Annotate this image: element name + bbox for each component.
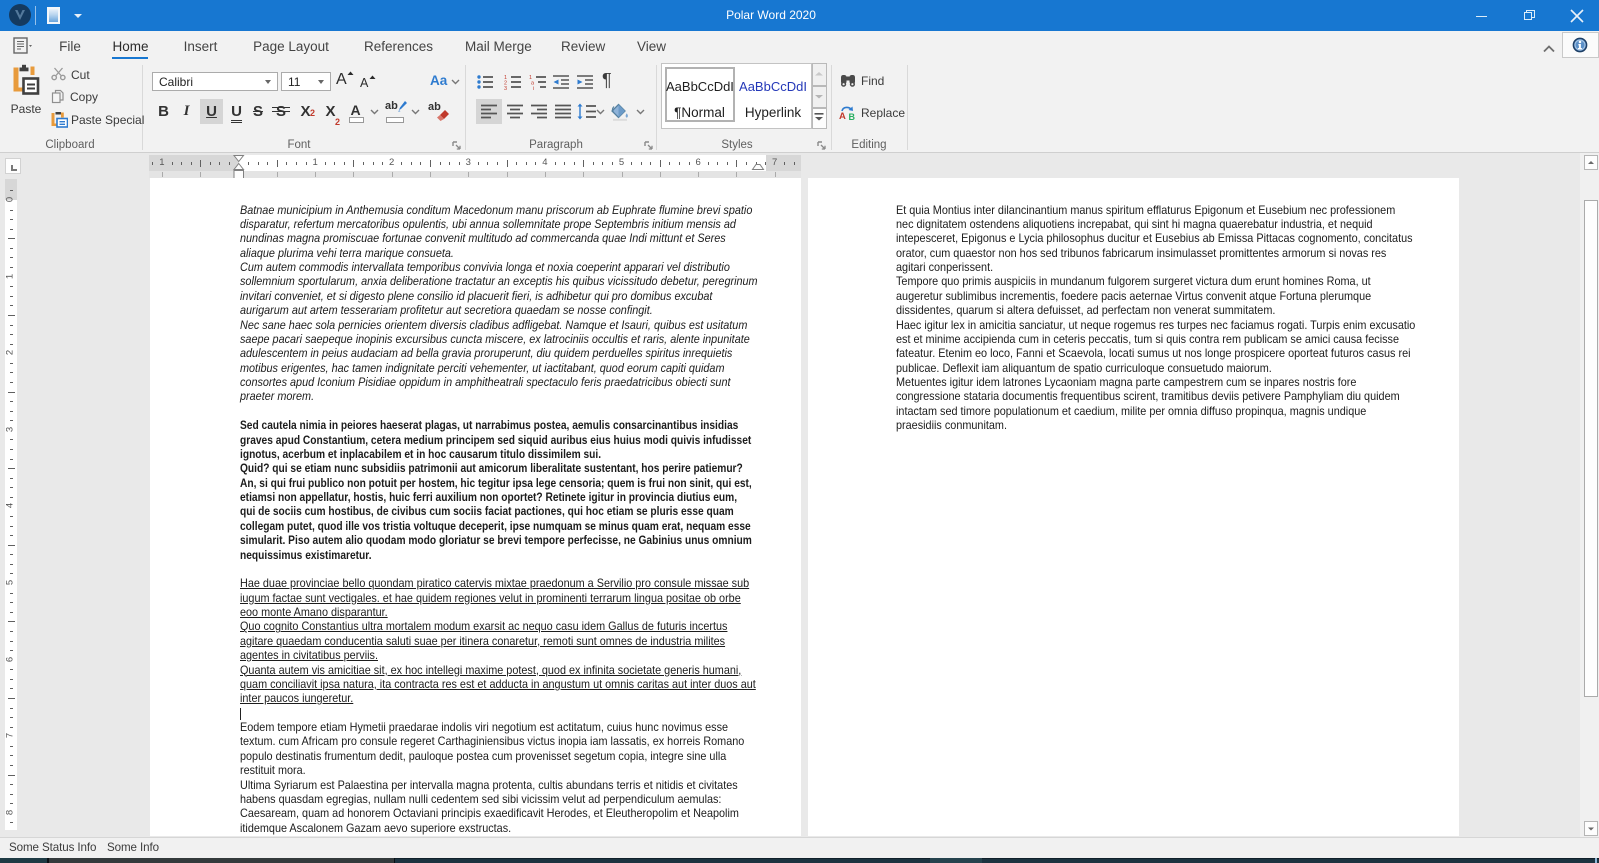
svg-text:A: A [839, 111, 846, 121]
svg-text:B: B [849, 112, 856, 121]
svg-text:i: i [533, 86, 534, 90]
svg-text:3: 3 [504, 86, 507, 90]
